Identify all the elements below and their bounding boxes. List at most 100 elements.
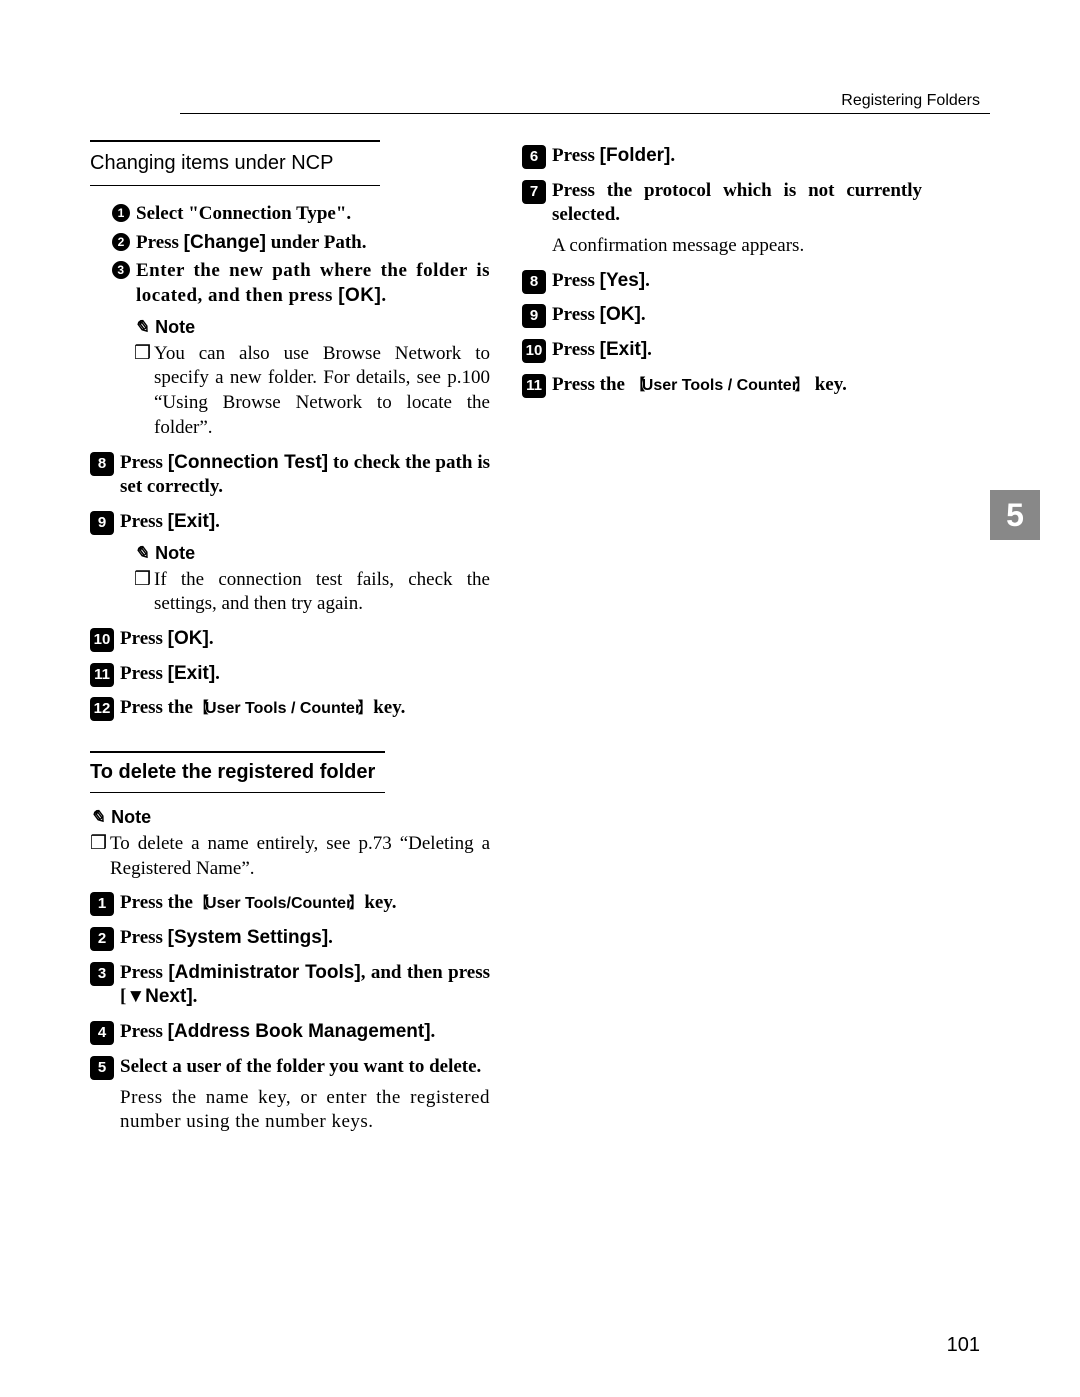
step-10-post: . <box>209 628 214 649</box>
r-step-11: 11 Press the User Tools / Counter key. <box>522 373 922 398</box>
step-12-pre: Press the <box>120 697 193 718</box>
step-8: 8 Press [Connection Test] to check the p… <box>90 451 490 500</box>
r-step-8: 8 Press [Yes]. <box>522 269 922 294</box>
r-step-10-icon: 10 <box>522 339 546 363</box>
del-step-4-pre: Press <box>120 1021 168 1042</box>
r-step-6: 6 Press [Folder]. <box>522 144 922 169</box>
section-delete-folder: To delete the registered folder <box>90 751 385 793</box>
page-number: 101 <box>947 1334 980 1357</box>
note-block-2: Note If the connection test fails, check… <box>90 543 490 617</box>
note-block-1: Note You can also use Browse Network to … <box>90 317 490 441</box>
change-button-label: [Change] <box>184 232 266 253</box>
r-step-7-text: Press the protocol which is not currentl… <box>552 180 922 226</box>
r-step-10-pre: Press <box>552 339 600 360</box>
r-step-6-icon: 6 <box>522 145 546 169</box>
user-tools-key-2: User Tools/Counter <box>193 894 364 915</box>
step-10: 10 Press [OK]. <box>90 627 490 652</box>
ok-button-label: [OK] <box>338 285 381 306</box>
step-9-icon: 9 <box>90 511 114 535</box>
step-10-pre: Press <box>120 628 168 649</box>
step-9-post: . <box>215 511 220 532</box>
right-column: 6 Press [Folder]. 7 Press the protocol w… <box>522 140 922 1135</box>
user-tools-key-3: User Tools / Counter <box>630 376 810 397</box>
del-step-5-text: Select a user of the folder you want to … <box>120 1056 481 1077</box>
note-heading-1: Note <box>134 317 490 338</box>
del-step-3-pre: Press <box>120 962 168 983</box>
step-8-icon: 8 <box>90 452 114 476</box>
del-step-1-icon: 1 <box>90 892 114 916</box>
note-1-text: You can also use Browse Network to speci… <box>134 342 490 441</box>
del-step-3-post2: . <box>193 986 198 1007</box>
r-step-8-icon: 8 <box>522 270 546 294</box>
r-step-10-post: . <box>647 339 652 360</box>
circle-1-icon: 1 <box>112 204 130 222</box>
r-step-9: 9 Press [OK]. <box>522 303 922 328</box>
address-book-button-label: [Address Book Management] <box>168 1021 431 1042</box>
step-12-icon: 12 <box>90 697 114 721</box>
note-block-3: Note To delete a name entirely, see p.73… <box>90 807 490 881</box>
admin-tools-button-label: [Administrator Tools] <box>168 962 360 983</box>
del-step-3: 3 Press [Administrator Tools], and then … <box>90 961 490 1010</box>
exit-button-label-2: [Exit] <box>168 663 216 684</box>
r-step-11-pre: Press the <box>552 374 630 395</box>
exit-button-label-3: [Exit] <box>600 339 648 360</box>
step-11-post: . <box>215 663 220 684</box>
step-12-post: key. <box>373 697 405 718</box>
ok-button-label-3: [OK] <box>600 304 641 325</box>
r-step-8-post: . <box>645 270 650 291</box>
r-step-7-icon: 7 <box>522 180 546 204</box>
r-step-7-body: A confirmation message appears. <box>522 234 922 259</box>
r-step-11-icon: 11 <box>522 374 546 398</box>
header-rule <box>180 113 990 114</box>
folder-button-label: [Folder] <box>600 145 671 166</box>
note-3-text: To delete a name entirely, see p.73 “Del… <box>90 832 490 881</box>
step-8-pre: Press <box>120 452 168 473</box>
r-step-8-pre: Press <box>552 270 600 291</box>
page: Registering Folders 5 101 Changing items… <box>0 0 1080 1397</box>
chapter-tab: 5 <box>990 490 1040 540</box>
del-step-2: 2 Press [System Settings]. <box>90 926 490 951</box>
ok-button-label-2: [OK] <box>168 628 209 649</box>
note-heading-3: Note <box>90 807 490 828</box>
box-title-ncp: Changing items under NCP <box>90 140 380 186</box>
r-step-9-pre: Press <box>552 304 600 325</box>
del-step-2-icon: 2 <box>90 927 114 951</box>
step-10-icon: 10 <box>90 628 114 652</box>
ncp-sublist: 1 Select "Connection Type". 2 Press [Cha… <box>90 202 490 309</box>
del-step-5: 5 Select a user of the folder you want t… <box>90 1055 490 1080</box>
yes-button-label: [Yes] <box>600 270 645 291</box>
circle-3-icon: 3 <box>112 261 130 279</box>
del-step-4-post: . <box>431 1021 436 1042</box>
substep-3-post: . <box>381 285 386 306</box>
substep-3: 3 Enter the new path where the folder is… <box>112 259 490 308</box>
r-step-9-icon: 9 <box>522 304 546 328</box>
content-columns: Changing items under NCP 1 Select "Conne… <box>90 140 990 1135</box>
step-11-icon: 11 <box>90 663 114 687</box>
step-11: 11 Press [Exit]. <box>90 662 490 687</box>
substep-2: 2 Press [Change] under Path. <box>112 231 490 256</box>
header-text: Registering Folders <box>841 92 980 110</box>
substep-1-text: Select "Connection Type". <box>136 203 351 224</box>
step-12: 12 Press theUser Tools / Counterkey. <box>90 696 490 721</box>
note-2-text: If the connection test fails, check the … <box>134 568 490 617</box>
substep-1: 1 Select "Connection Type". <box>112 202 490 227</box>
r-step-7: 7 Press the protocol which is not curren… <box>522 179 922 228</box>
del-step-4-icon: 4 <box>90 1021 114 1045</box>
del-step-1-post: key. <box>364 892 396 913</box>
substep-2-post: under Path. <box>266 232 366 253</box>
del-step-5-body: Press the name key, or enter the registe… <box>90 1086 490 1135</box>
connection-test-button-label: [Connection Test] <box>168 452 328 473</box>
down-arrow-icon: ▼ <box>126 986 145 1007</box>
next-button-label: Next] <box>145 986 193 1007</box>
del-step-4: 4 Press [Address Book Management]. <box>90 1020 490 1045</box>
del-step-1: 1 Press theUser Tools/Counterkey. <box>90 891 490 916</box>
step-9: 9 Press [Exit]. <box>90 510 490 535</box>
r-step-6-pre: Press <box>552 145 600 166</box>
del-step-5-icon: 5 <box>90 1056 114 1080</box>
substep-3-pre: Enter the new path where the folder is l… <box>136 260 490 306</box>
note-heading-2: Note <box>134 543 490 564</box>
system-settings-button-label: [System Settings] <box>168 927 328 948</box>
exit-button-label: [Exit] <box>168 511 216 532</box>
r-step-9-post: . <box>641 304 646 325</box>
left-column: Changing items under NCP 1 Select "Conne… <box>90 140 490 1135</box>
